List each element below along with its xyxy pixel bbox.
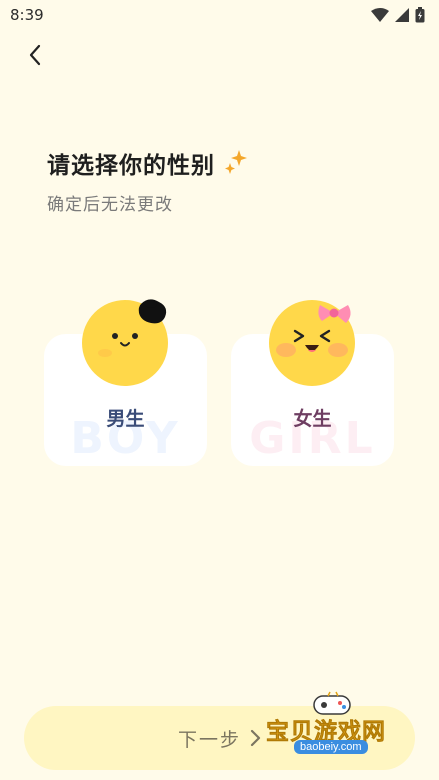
next-step-label: 下一步	[177, 728, 241, 751]
status-bar: 8:39	[0, 0, 439, 30]
title-row: 请选择你的性别	[47, 146, 249, 180]
signal-icon	[395, 8, 409, 22]
chevron-left-icon	[29, 44, 41, 66]
sparkle-icon	[225, 150, 247, 174]
wifi-icon	[371, 8, 389, 22]
girl-avatar-icon	[269, 300, 355, 386]
battery-icon	[415, 7, 425, 23]
status-icons	[371, 7, 425, 23]
back-button[interactable]	[20, 40, 50, 70]
page-title: 请选择你的性别	[47, 153, 215, 179]
gender-label-girl: 女生	[293, 408, 332, 430]
gender-label-boy: 男生	[106, 408, 145, 430]
status-time: 8:39	[10, 6, 44, 24]
site-watermark: 宝贝游戏网 baobeiy.com	[264, 690, 414, 760]
chevron-right-icon	[250, 729, 261, 747]
boy-avatar-icon	[82, 299, 168, 386]
page-subtitle: 确定后无法更改	[47, 195, 173, 215]
watermark-url: baobeiy.com	[294, 740, 368, 754]
